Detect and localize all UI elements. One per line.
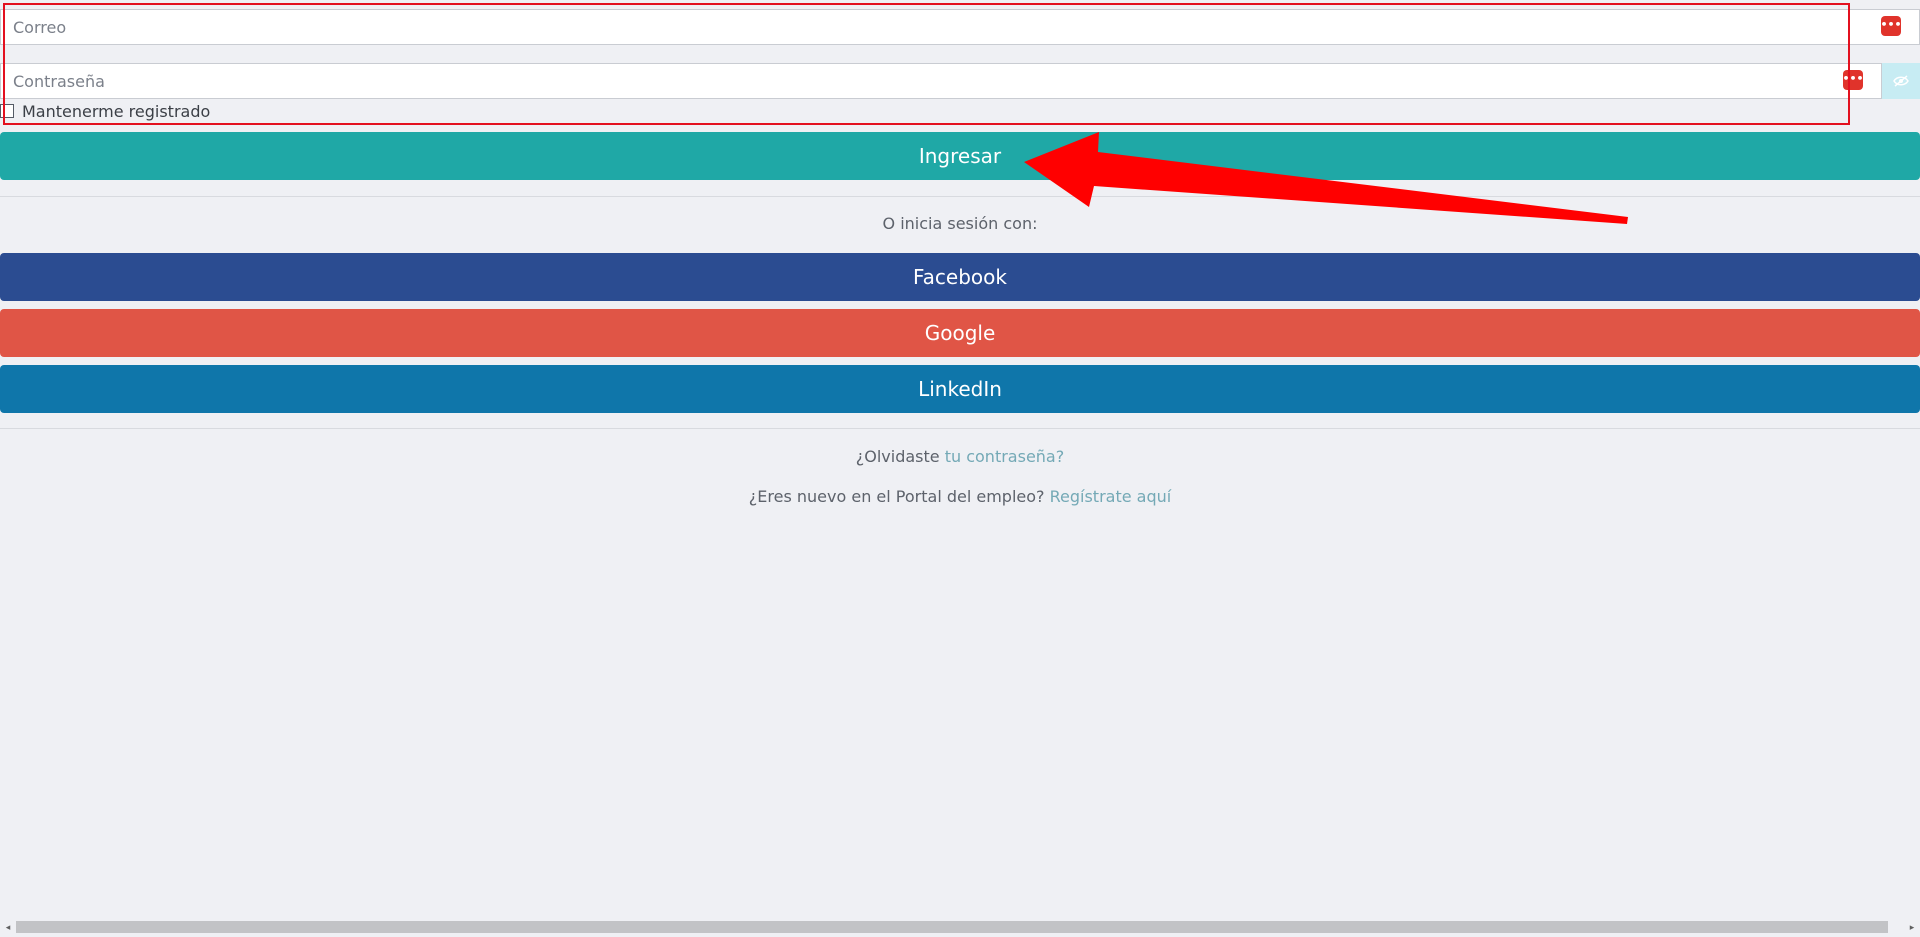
google-login-button[interactable]: Google xyxy=(0,309,1920,357)
forgot-password-text: ¿Olvidaste tu contraseña? xyxy=(0,447,1920,466)
login-page: ••• ••• Mantenerme registrado Ingresar O… xyxy=(0,0,1920,937)
password-manager-icon[interactable]: ••• xyxy=(1842,70,1864,90)
email-input[interactable] xyxy=(1,10,1919,44)
show-password-toggle[interactable] xyxy=(1882,63,1920,99)
remember-me-label: Mantenerme registrado xyxy=(22,101,211,121)
eye-slash-icon xyxy=(1893,75,1909,87)
register-text: ¿Eres nuevo en el Portal del empleo? Reg… xyxy=(0,487,1920,506)
remember-me[interactable]: Mantenerme registrado xyxy=(0,101,210,121)
register-prefix: ¿Eres nuevo en el Portal del empleo? xyxy=(748,487,1050,506)
divider xyxy=(0,196,1920,197)
email-field[interactable] xyxy=(0,9,1920,45)
forgot-password-link[interactable]: tu contraseña? xyxy=(945,447,1065,466)
scroll-left-icon[interactable]: ◂ xyxy=(3,922,13,934)
horizontal-scrollbar[interactable]: ◂ ▸ xyxy=(0,921,1920,935)
password-field[interactable] xyxy=(0,63,1882,99)
linkedin-login-button[interactable]: LinkedIn xyxy=(0,365,1920,413)
password-input[interactable] xyxy=(1,64,1881,98)
forgot-password-prefix: ¿Olvidaste xyxy=(855,447,945,466)
social-login-intro: O inicia sesión con: xyxy=(882,214,1038,233)
register-link[interactable]: Regístrate aquí xyxy=(1050,487,1172,506)
divider xyxy=(0,428,1920,429)
login-button[interactable]: Ingresar xyxy=(0,132,1920,180)
scrollbar-thumb[interactable] xyxy=(16,921,1888,933)
facebook-login-button[interactable]: Facebook xyxy=(0,253,1920,301)
remember-me-checkbox[interactable] xyxy=(0,104,14,118)
scroll-right-icon[interactable]: ▸ xyxy=(1907,922,1917,934)
password-manager-icon[interactable]: ••• xyxy=(1880,16,1902,36)
